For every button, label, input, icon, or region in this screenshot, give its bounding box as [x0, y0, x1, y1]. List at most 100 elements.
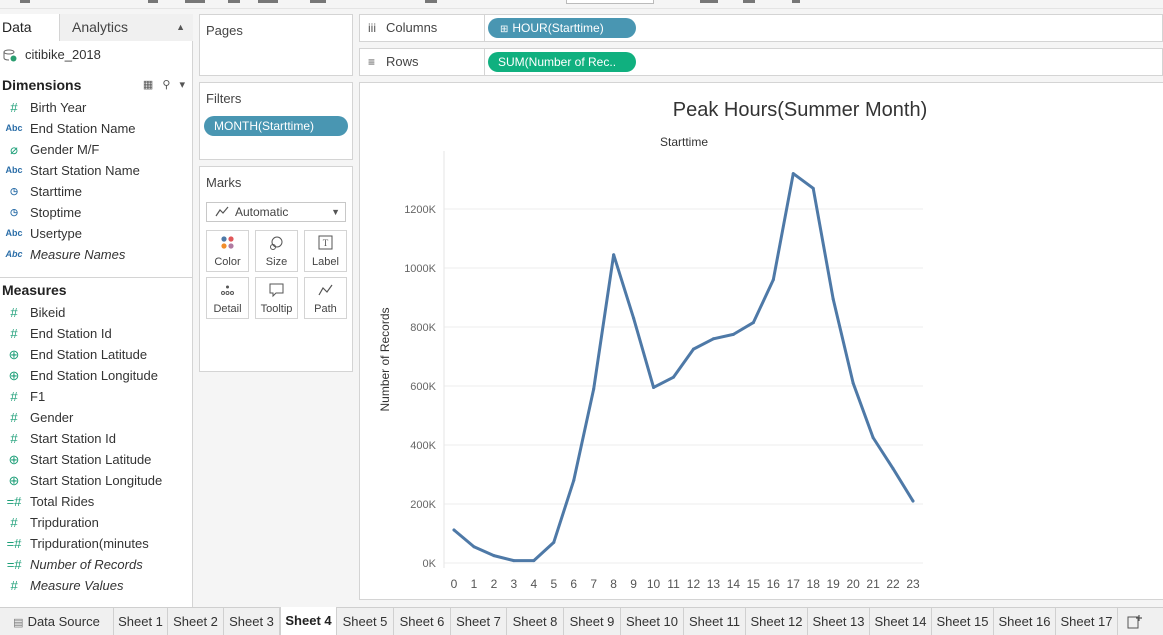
field-item[interactable]: ◷ Stoptime	[0, 202, 193, 223]
field-item[interactable]: # End Station Id	[0, 323, 193, 344]
toolbar-icon[interactable]	[185, 0, 205, 3]
sheet-tab-label: Sheet 15	[936, 614, 989, 629]
field-item[interactable]: Abc End Station Name	[0, 118, 193, 139]
sheet-tab[interactable]: Sheet 12	[746, 608, 808, 635]
field-item[interactable]: ⊕ End Station Latitude	[0, 344, 193, 365]
size-button[interactable]: Size	[255, 230, 298, 272]
field-item[interactable]: Abc Start Station Name	[0, 160, 193, 181]
y-axis-label: Number of Records	[378, 307, 392, 411]
field-item[interactable]: ◷ Starttime	[0, 181, 193, 202]
x-tick-label: 12	[687, 577, 701, 591]
toolbar-icon[interactable]	[700, 0, 718, 3]
chevron-down-icon[interactable]: ▾	[179, 79, 185, 91]
tab-data[interactable]: Data	[0, 14, 60, 41]
field-item[interactable]: Abc Usertype	[0, 223, 193, 244]
field-item[interactable]: # F1	[0, 386, 193, 407]
x-tick-label: 17	[787, 577, 801, 591]
tooltip-button[interactable]: Tooltip	[255, 277, 298, 319]
sheet-tab[interactable]: Sheet 10	[621, 608, 684, 635]
sheet-tab[interactable]: Sheet 15	[932, 608, 994, 635]
sheet-tab-label: Sheet 10	[625, 614, 679, 629]
field-item[interactable]: ⌀ Gender M/F	[0, 139, 193, 160]
sheet-tab[interactable]: Sheet 14	[870, 608, 932, 635]
data-point	[612, 253, 616, 257]
field-item[interactable]: =# Number of Records	[0, 554, 193, 575]
sheet-tab[interactable]: Sheet 1	[114, 608, 168, 635]
x-tick-label: 1	[471, 577, 478, 591]
sheet-tab[interactable]: Sheet 17	[1056, 608, 1118, 635]
field-item[interactable]: # Start Station Id	[0, 428, 193, 449]
field-item[interactable]: ⊕ Start Station Longitude	[0, 470, 193, 491]
sheet-tab[interactable]: Sheet 16	[994, 608, 1056, 635]
data-point	[492, 554, 496, 558]
color-button[interactable]: Color	[206, 230, 249, 272]
mark-type-select[interactable]: Automatic ▼	[206, 202, 346, 222]
sheet-tab[interactable]: Sheet 4	[280, 607, 337, 635]
field-item[interactable]: =# Tripduration(minutes	[0, 533, 193, 554]
field-label: Start Station Name	[30, 163, 140, 178]
field-label: Tripduration(minutes	[30, 536, 149, 551]
sheet-tab[interactable]: Sheet 3	[224, 608, 280, 635]
label-button[interactable]: T Label	[304, 230, 347, 272]
search-icon[interactable]: ⚲	[162, 79, 170, 91]
path-button[interactable]: Path	[304, 277, 347, 319]
new-sheet-icon[interactable]	[1127, 614, 1143, 630]
columns-shelf[interactable]: iii Columns ⊞ HOUR(Starttime)	[359, 14, 1163, 42]
chevron-down-icon: ▼	[331, 207, 340, 217]
rows-pill[interactable]: SUM(Number of Rec..	[488, 52, 636, 72]
pages-card[interactable]: Pages	[199, 14, 353, 76]
updown-icon[interactable]: ▲	[176, 14, 185, 41]
sheet-tab[interactable]: Sheet 9	[564, 608, 621, 635]
sheet-tab-label: Sheet 2	[173, 614, 218, 629]
x-tick-label: 3	[511, 577, 518, 591]
chart-header: Starttime	[660, 135, 708, 149]
list-view-icon[interactable]: ▦	[143, 79, 153, 91]
filter-pill[interactable]: MONTH(Starttime)	[204, 116, 348, 136]
field-item[interactable]: ⊕ End Station Longitude	[0, 365, 193, 386]
size-icon	[270, 236, 283, 250]
toolbar-icon[interactable]	[228, 0, 240, 3]
columns-pill[interactable]: ⊞ HOUR(Starttime)	[488, 18, 636, 38]
sheet-tab[interactable]: Sheet 13	[808, 608, 870, 635]
toolbar-dropdown[interactable]	[566, 0, 654, 4]
sheet-tab[interactable]: Sheet 6	[394, 608, 451, 635]
number-icon: #	[10, 389, 18, 404]
rows-shelf[interactable]: ≡ Rows SUM(Number of Rec..	[359, 48, 1163, 76]
field-item[interactable]: # Bikeid	[0, 302, 193, 323]
globe-icon: ⊕	[8, 452, 20, 467]
datasource-item[interactable]: citibike_2018	[0, 43, 193, 67]
field-item[interactable]: # Birth Year	[0, 97, 193, 118]
sheet-tab-label: Sheet 7	[456, 614, 501, 629]
y-tick-label: 800K	[410, 322, 436, 334]
detail-button[interactable]: Detail	[206, 277, 249, 319]
sheet-tab-label: Sheet 4	[285, 613, 332, 628]
field-item[interactable]: =# Total Rides	[0, 491, 193, 512]
globe-icon: ⊕	[8, 347, 20, 362]
sheet-tab[interactable]: Sheet 8	[507, 608, 564, 635]
sheet-tab[interactable]: Sheet 2	[168, 608, 224, 635]
toolbar-icon[interactable]	[258, 0, 278, 3]
calculated-icon: =#	[6, 557, 22, 572]
field-item[interactable]: Abc Measure Names	[0, 244, 193, 265]
sheet-tab[interactable]: Sheet 11	[684, 608, 746, 635]
toolbar-icon[interactable]	[792, 0, 800, 3]
sheet-tab[interactable]: Sheet 5	[337, 608, 394, 635]
field-item[interactable]: # Gender	[0, 407, 193, 428]
toolbar-icon[interactable]	[743, 0, 755, 3]
tooltip-icon	[269, 283, 284, 298]
field-item[interactable]: ⊕ Start Station Latitude	[0, 449, 193, 470]
tab-data-source[interactable]: ▤ Data Source	[0, 608, 114, 635]
chart-view[interactable]: Peak Hours(Summer Month) Starttime 0K 200K 4…	[359, 82, 1163, 600]
sheet-tab-label: Sheet 9	[569, 614, 615, 629]
field-item[interactable]: # Measure Values	[0, 575, 193, 596]
toolbar-icon[interactable]	[20, 0, 30, 3]
toolbar-icon[interactable]	[148, 0, 158, 3]
sheet-tab[interactable]: Sheet 7	[451, 608, 507, 635]
toolbar-icon[interactable]	[310, 0, 326, 3]
tab-analytics[interactable]: Analytics ▲	[60, 14, 193, 41]
filters-card[interactable]: Filters MONTH(Starttime)	[199, 82, 353, 160]
x-tick-label: 15	[747, 577, 761, 591]
toolbar-icon[interactable]	[425, 0, 437, 3]
y-tick-label: 1000K	[404, 263, 436, 275]
field-item[interactable]: # Tripduration	[0, 512, 193, 533]
